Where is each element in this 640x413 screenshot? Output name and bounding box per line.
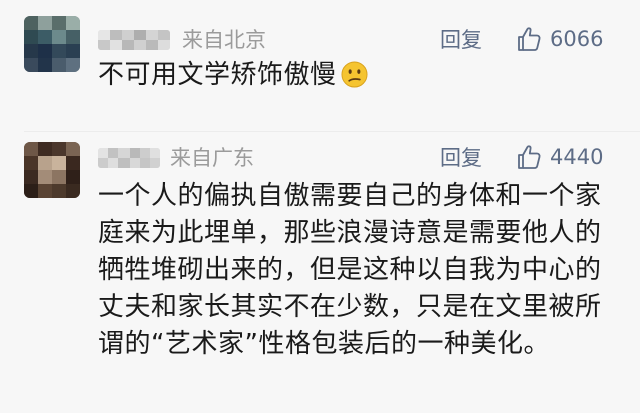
- comment-text-content: 不可用文学矫饰傲慢: [98, 60, 337, 90]
- comment-item: 来自广东 回复 4440 一个人的偏执自傲需要自己的身体和一个家庭来为此埋单，那…: [0, 132, 640, 413]
- thumbs-up-icon: [518, 27, 541, 51]
- confused-face-icon: [340, 61, 368, 88]
- nickname-blurred[interactable]: [98, 148, 160, 168]
- reply-button[interactable]: 回复: [440, 28, 482, 52]
- pixelated-avatar-image: [24, 142, 80, 198]
- blurred-nickname-image: [98, 30, 170, 50]
- avatar[interactable]: [24, 16, 80, 72]
- blurred-nickname-image: [98, 148, 160, 168]
- like-button[interactable]: 6066: [516, 26, 603, 52]
- nickname-blurred[interactable]: [98, 30, 170, 50]
- comment-location: 来自广东: [170, 146, 254, 170]
- comment-text: 不可用文学矫饰傲慢: [98, 57, 618, 94]
- comment-text: 一个人的偏执自傲需要自己的身体和一个家庭来为此埋单，那些浪漫诗意是需要他人的牺牲…: [98, 181, 602, 359]
- like-count: 6066: [550, 27, 604, 51]
- like-count: 4440: [550, 145, 604, 169]
- avatar[interactable]: [24, 142, 80, 198]
- comment-list: 来自北京 回复 6066 不可用文学矫饰傲慢 来自广东 回复 4440 一个人的…: [0, 0, 640, 413]
- thumbs-up-icon: [518, 145, 541, 169]
- reply-button[interactable]: 回复: [440, 146, 482, 170]
- comment-item: 来自北京 回复 6066 不可用文学矫饰傲慢: [0, 0, 640, 131]
- comment-location: 来自北京: [182, 28, 266, 52]
- pixelated-avatar-image: [24, 16, 80, 72]
- like-button[interactable]: 4440: [516, 144, 603, 170]
